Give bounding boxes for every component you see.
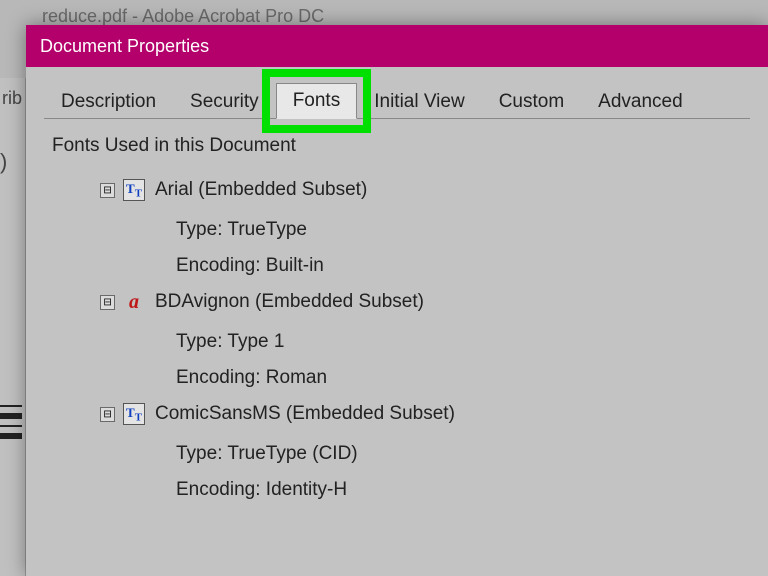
font-entry: ⊟ TT ComicSansMS (Embedded Subset) Type:…: [100, 403, 750, 501]
truetype-font-icon: TT: [123, 403, 145, 425]
font-encoding-row: Encoding: Roman: [176, 367, 750, 389]
font-name: BDAvignon (Embedded Subset): [155, 291, 424, 313]
tab-advanced[interactable]: Advanced: [581, 84, 700, 119]
font-entry: ⊟ a BDAvignon (Embedded Subset) Type: Ty…: [100, 291, 750, 389]
font-type-row: Type: TrueType: [176, 219, 750, 241]
dialog-title: Document Properties: [40, 36, 209, 57]
truetype-font-icon: TT: [123, 179, 145, 201]
tab-strip: Description Security Fonts Initial View …: [44, 81, 750, 119]
background-sidebar: rib ): [0, 78, 26, 576]
tab-initial-view[interactable]: Initial View: [357, 84, 481, 119]
tree-expander-icon[interactable]: ⊟: [100, 295, 115, 310]
tab-fonts[interactable]: Fonts: [276, 83, 358, 119]
background-sidebar-lines: [0, 405, 25, 439]
document-properties-dialog: Document Properties Description Security…: [26, 25, 768, 576]
tab-security[interactable]: Security: [173, 84, 276, 119]
font-type-row: Type: Type 1: [176, 331, 750, 353]
background-sidebar-paren: ): [0, 149, 25, 175]
fonts-tree: ⊟ TT Arial (Embedded Subset) Type: TrueT…: [100, 179, 750, 501]
font-type-row: Type: TrueType (CID): [176, 443, 750, 465]
background-sidebar-text: rib: [2, 88, 25, 109]
type1-font-icon: a: [123, 291, 145, 313]
tree-expander-icon[interactable]: ⊟: [100, 183, 115, 198]
tab-description[interactable]: Description: [44, 84, 173, 119]
background-window-title: reduce.pdf - Adobe Acrobat Pro DC: [42, 6, 324, 27]
font-encoding-row: Encoding: Identity-H: [176, 479, 750, 501]
font-encoding-row: Encoding: Built-in: [176, 255, 750, 277]
tree-expander-icon[interactable]: ⊟: [100, 407, 115, 422]
tab-custom[interactable]: Custom: [482, 84, 581, 119]
fonts-section-label: Fonts Used in this Document: [52, 135, 750, 157]
dialog-body: Description Security Fonts Initial View …: [26, 67, 768, 576]
font-entry: ⊟ TT Arial (Embedded Subset) Type: TrueT…: [100, 179, 750, 277]
dialog-titlebar[interactable]: Document Properties: [26, 25, 768, 67]
font-name: ComicSansMS (Embedded Subset): [155, 403, 455, 425]
font-name: Arial (Embedded Subset): [155, 179, 367, 201]
